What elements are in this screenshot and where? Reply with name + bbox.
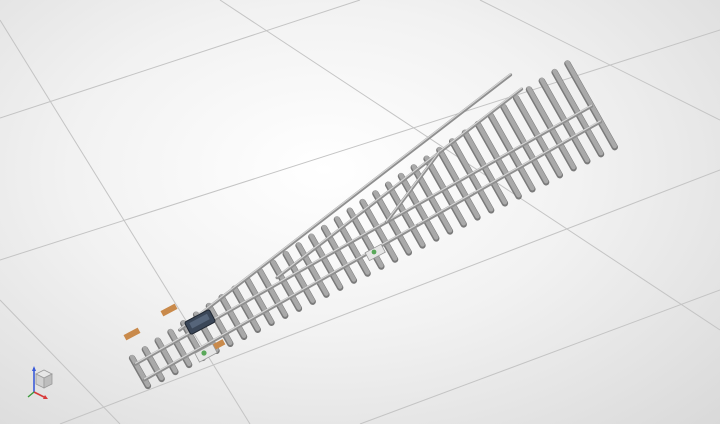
grid-line: [0, 0, 361, 119]
track-sleepers: [128, 60, 618, 390]
xyz-axis-triad-icon[interactable]: [22, 362, 62, 402]
sleeper-top: [398, 172, 439, 240]
diverging-inner-rail-highlight: [276, 87, 523, 278]
track-turnout-model[interactable]: [0, 0, 720, 424]
diverging-inner-rail: [275, 87, 524, 280]
grid-line: [219, 0, 720, 331]
3d-viewport[interactable]: [0, 0, 720, 424]
grid-line: [59, 169, 720, 424]
rail-clip: [123, 327, 141, 341]
turnout-track[interactable]: [123, 60, 618, 390]
rail-clip: [160, 303, 178, 317]
sleeper-top: [411, 164, 453, 233]
grid-line: [359, 289, 720, 424]
